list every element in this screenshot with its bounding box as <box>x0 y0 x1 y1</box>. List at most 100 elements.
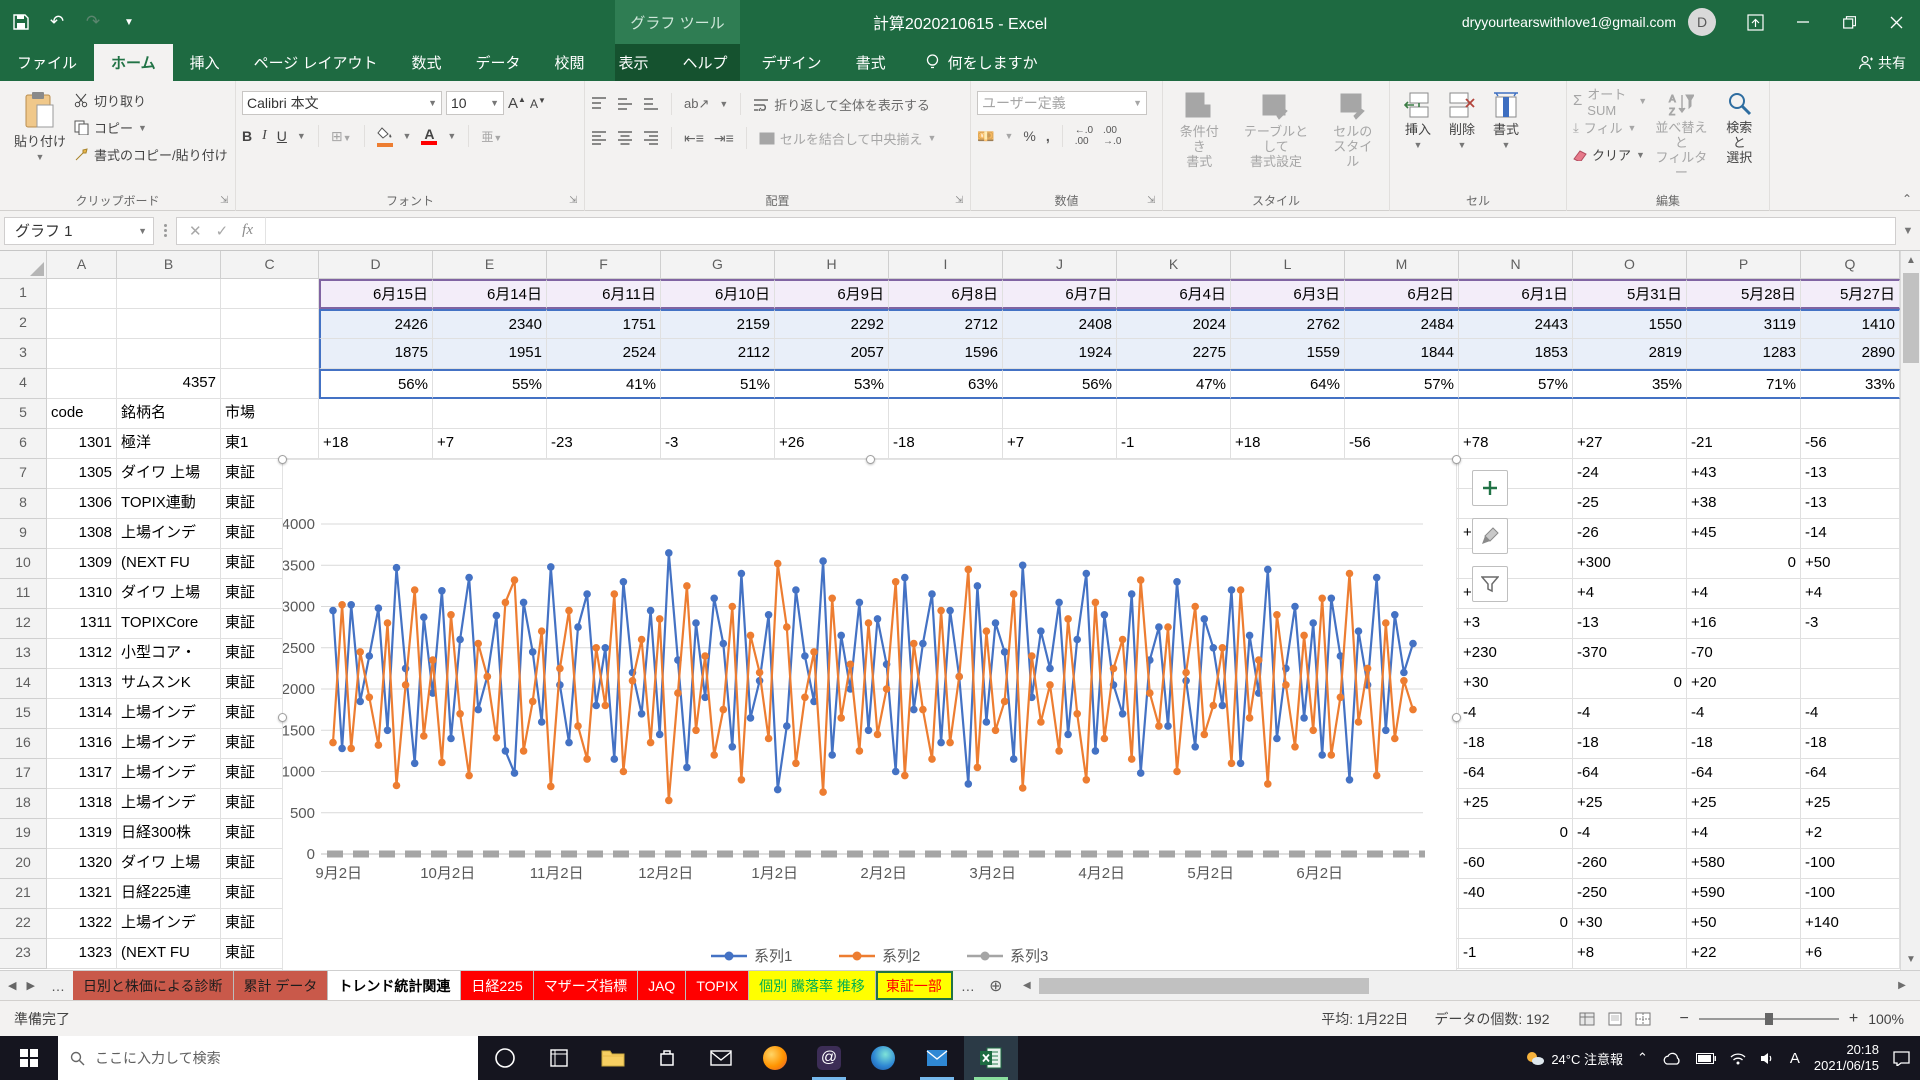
grid-cell-Q16[interactable]: -18 <box>1801 729 1900 759</box>
underline-button[interactable]: U <box>277 128 287 144</box>
grid-cell-I4[interactable]: 63% <box>889 369 1003 399</box>
grid-cell-P6[interactable]: -21 <box>1687 429 1801 459</box>
row-header-3[interactable]: 3 <box>0 339 47 369</box>
grid-cell-P15[interactable]: -4 <box>1687 699 1801 729</box>
grid-cell-A18[interactable]: 1318 <box>47 789 117 819</box>
confirm-entry-icon[interactable]: ✓ <box>216 222 229 240</box>
ribbon-tab-6[interactable]: 校閲 <box>538 44 602 81</box>
bold-button[interactable]: B <box>242 128 252 144</box>
grid-cell-Q21[interactable]: -100 <box>1801 879 1900 909</box>
grid-cell-B18[interactable]: 上場インデ <box>117 789 221 819</box>
grid-cell-N21[interactable]: -40 <box>1459 879 1573 909</box>
paste-dropdown-icon[interactable]: ▼ <box>36 152 45 162</box>
grid-cell-O19[interactable]: -4 <box>1573 819 1687 849</box>
grid-cell-O4[interactable]: 35% <box>1573 369 1687 399</box>
grid-cell-O8[interactable]: -25 <box>1573 489 1687 519</box>
grid-cell-Q6[interactable]: -56 <box>1801 429 1900 459</box>
increase-decimal-icon[interactable]: ←.0.00 <box>1075 125 1093 147</box>
task-view-icon[interactable] <box>532 1036 586 1080</box>
row-header-9[interactable]: 9 <box>0 519 47 549</box>
grid-cell-B7[interactable]: ダイワ 上場 <box>117 459 221 489</box>
grid-cell-K2[interactable]: 2024 <box>1117 309 1231 339</box>
grid-cell-Q2[interactable]: 1410 <box>1801 309 1900 339</box>
grid-cell-I1[interactable]: 6月8日 <box>889 279 1003 309</box>
grid-cell-P4[interactable]: 71% <box>1687 369 1801 399</box>
column-header-B[interactable]: B <box>117 251 221 279</box>
percent-style-icon[interactable]: % <box>1023 128 1035 144</box>
grid-cell-F4[interactable]: 41% <box>547 369 661 399</box>
grid-cell-P16[interactable]: -18 <box>1687 729 1801 759</box>
sheet-tabs-overflow-left[interactable]: … <box>43 971 73 1000</box>
find-select-button[interactable]: 検索と 選択 <box>1716 87 1763 189</box>
clear-button[interactable]: クリア▼ <box>1573 143 1647 166</box>
grid-cell-Q1[interactable]: 5月27日 <box>1801 279 1900 309</box>
grid-cell-I6[interactable]: -18 <box>889 429 1003 459</box>
format-painter-button[interactable]: 書式のコピー/貼り付け <box>74 143 228 166</box>
grid-cell-B8[interactable]: TOPIX連動 <box>117 489 221 519</box>
sheet-tab-0[interactable]: 日別と株価による診断 <box>73 971 234 1000</box>
grid-cell-B1[interactable] <box>117 279 221 309</box>
start-button[interactable] <box>0 1036 58 1080</box>
page-break-view-icon[interactable] <box>1632 1008 1654 1030</box>
grid-cell-H3[interactable]: 2057 <box>775 339 889 369</box>
grid-cell-N20[interactable]: -60 <box>1459 849 1573 879</box>
align-left-icon[interactable] <box>591 131 607 145</box>
grid-cell-P5[interactable] <box>1687 399 1801 429</box>
grid-cell-G2[interactable]: 2159 <box>661 309 775 339</box>
grid-cell-M3[interactable]: 1844 <box>1345 339 1459 369</box>
grid-cell-K5[interactable] <box>1117 399 1231 429</box>
orientation-icon[interactable]: ab↗ <box>684 96 709 112</box>
grid-cell-Q4[interactable]: 33% <box>1801 369 1900 399</box>
grid-cell-N1[interactable]: 6月1日 <box>1459 279 1573 309</box>
grid-cell-D2[interactable]: 2426 <box>319 309 433 339</box>
row-header-18[interactable]: 18 <box>0 789 47 819</box>
column-header-J[interactable]: J <box>1003 251 1117 279</box>
grid-cell-B19[interactable]: 日経300株 <box>117 819 221 849</box>
grid-cell-K4[interactable]: 47% <box>1117 369 1231 399</box>
grid-cell-O14[interactable]: 0 <box>1573 669 1687 699</box>
action-center-icon[interactable] <box>1893 1051 1910 1066</box>
align-bottom-icon[interactable] <box>643 97 659 111</box>
grid-cell-A23[interactable]: 1323 <box>47 939 117 969</box>
zoom-in-icon[interactable]: + <box>1849 1010 1858 1028</box>
grid-cell-A16[interactable]: 1316 <box>47 729 117 759</box>
wrap-text-button[interactable]: 折り返して全体を表示する <box>753 93 930 116</box>
column-header-E[interactable]: E <box>433 251 547 279</box>
outlook-mail-icon[interactable] <box>910 1036 964 1080</box>
grid-cell-A21[interactable]: 1321 <box>47 879 117 909</box>
grid-cell-B6[interactable]: 極洋 <box>117 429 221 459</box>
ribbon-tab-9[interactable]: デザイン <box>745 44 839 81</box>
grid-cell-E6[interactable]: +7 <box>433 429 547 459</box>
sheet-tab-3[interactable]: 日経225 <box>461 971 533 1000</box>
column-header-Q[interactable]: Q <box>1801 251 1900 279</box>
row-header-22[interactable]: 22 <box>0 909 47 939</box>
row-header-1[interactable]: 1 <box>0 279 47 309</box>
grid-cell-A10[interactable]: 1309 <box>47 549 117 579</box>
grid-cell-O12[interactable]: -13 <box>1573 609 1687 639</box>
grid-cell-C2[interactable] <box>221 309 319 339</box>
row-header-13[interactable]: 13 <box>0 639 47 669</box>
grid-cell-N15[interactable]: -4 <box>1459 699 1573 729</box>
column-header-O[interactable]: O <box>1573 251 1687 279</box>
grid-cell-A7[interactable]: 1305 <box>47 459 117 489</box>
borders-button[interactable]: ⊞▼ <box>331 128 352 145</box>
column-header-G[interactable]: G <box>661 251 775 279</box>
hidden-icons-chevron-icon[interactable]: ⌃ <box>1637 1050 1648 1066</box>
align-top-icon[interactable] <box>591 97 607 111</box>
fill-button[interactable]: ⤓フィル▼ <box>1573 116 1647 139</box>
sheet-tab-8[interactable]: 東証一部 <box>876 971 953 1000</box>
grid-cell-J4[interactable]: 56% <box>1003 369 1117 399</box>
column-header-P[interactable]: P <box>1687 251 1801 279</box>
insert-cells-button[interactable]: 挿入▼ <box>1396 87 1440 189</box>
row-header-6[interactable]: 6 <box>0 429 47 459</box>
grid-cell-L3[interactable]: 1559 <box>1231 339 1345 369</box>
phonetic-guide-button[interactable]: 亜▼ <box>481 128 502 145</box>
grid-cell-D6[interactable]: +18 <box>319 429 433 459</box>
volume-icon[interactable] <box>1760 1052 1776 1065</box>
chart[interactable]: 400035003000250020001500100050009月2日10月2… <box>282 459 1457 973</box>
grid-cell-O15[interactable]: -4 <box>1573 699 1687 729</box>
at-app-icon[interactable]: @ <box>802 1036 856 1080</box>
grid-cell-G1[interactable]: 6月10日 <box>661 279 775 309</box>
decrease-decimal-icon[interactable]: .00→.0 <box>1103 125 1121 147</box>
sheet-tab-6[interactable]: TOPIX <box>686 971 749 1000</box>
